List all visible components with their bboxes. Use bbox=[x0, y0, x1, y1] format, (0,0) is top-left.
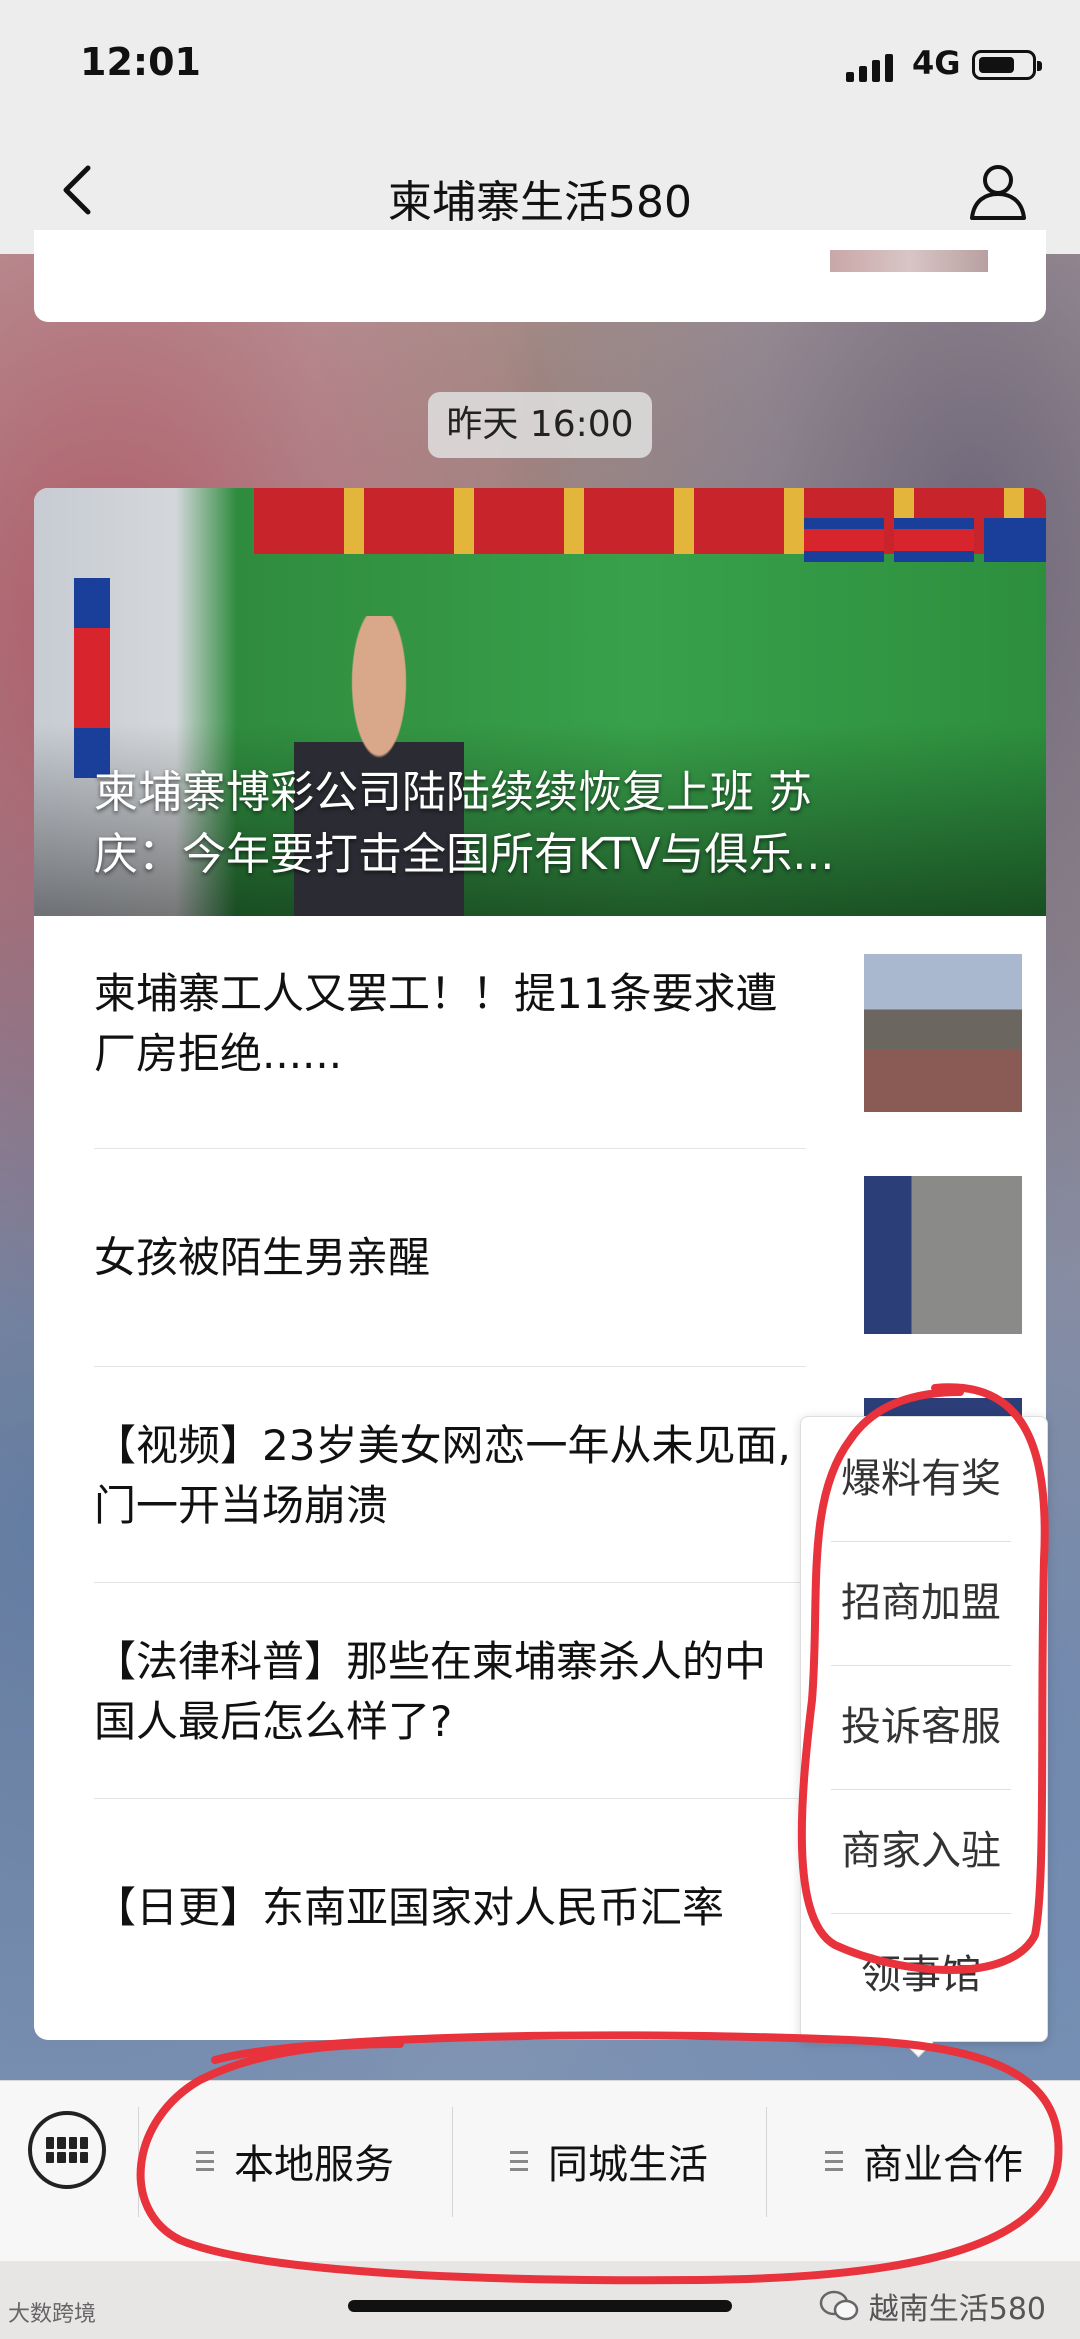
divider bbox=[94, 1366, 806, 1367]
divider bbox=[94, 1582, 806, 1583]
menu-button-label: 商业合作 bbox=[863, 2142, 1023, 2188]
popup-item[interactable]: 投诉客服 bbox=[831, 1665, 1011, 1790]
popup-item[interactable]: 爆料有奖 bbox=[831, 1417, 1011, 1542]
page-title: 柬埔寨生活580 bbox=[388, 177, 692, 228]
menu-button-label: 本地服务 bbox=[234, 2142, 394, 2188]
home-indicator[interactable] bbox=[348, 2300, 732, 2312]
divider bbox=[452, 2107, 453, 2217]
article-thumbnail bbox=[830, 250, 988, 272]
menu-button-business[interactable]: 商业合作 bbox=[768, 2081, 1080, 2241]
divider bbox=[94, 1798, 806, 1799]
flag-image bbox=[804, 518, 884, 562]
hero-title-line2: 庆：今年要打击全国所有KTV与俱乐... bbox=[94, 829, 835, 880]
submenu-popup: 爆料有奖 招商加盟 投诉客服 商家入驻 领事馆 bbox=[800, 1416, 1048, 2042]
battery-icon bbox=[972, 50, 1042, 80]
wechat-icon bbox=[819, 2290, 858, 2321]
popup-item[interactable]: 领事馆 bbox=[831, 1913, 1011, 2037]
message-timestamp: 昨天 16:00 bbox=[428, 392, 652, 458]
popup-item[interactable]: 商家入驻 bbox=[831, 1789, 1011, 1914]
menu-lines-icon bbox=[196, 2151, 214, 2171]
network-type: 4G bbox=[912, 44, 961, 82]
list-item[interactable]: 女孩被陌生男亲醒 bbox=[94, 1150, 1026, 1366]
flag-image bbox=[74, 578, 110, 778]
hero-title-line1: 柬埔寨博彩公司陆陆续续恢复上班 苏 bbox=[94, 767, 812, 818]
keyboard-icon[interactable] bbox=[28, 2111, 106, 2189]
divider bbox=[766, 2107, 767, 2217]
article-thumbnail bbox=[864, 954, 1022, 1112]
flag-image bbox=[984, 518, 1046, 562]
divider bbox=[138, 2107, 139, 2217]
menu-button-city-life[interactable]: 同城生活 bbox=[454, 2081, 764, 2241]
popup-item[interactable]: 招商加盟 bbox=[831, 1541, 1011, 1666]
article-title: 柬埔寨工人又罢工！！提11条要求遭厂房拒绝...... bbox=[94, 969, 778, 1078]
article-title: 【视频】23岁美女网恋一年从未见面, 门一开当场崩溃 bbox=[94, 1421, 791, 1530]
status-time: 12:01 bbox=[80, 40, 201, 84]
person-icon[interactable] bbox=[966, 158, 1030, 222]
hero-title: 柬埔寨博彩公司陆陆续续恢复上班 苏 庆：今年要打击全国所有KTV与俱乐... bbox=[94, 762, 1014, 886]
battery-level bbox=[979, 57, 1014, 73]
hero-article[interactable]: 柬埔寨博彩公司陆陆续续恢复上班 苏 庆：今年要打击全国所有KTV与俱乐... bbox=[34, 488, 1046, 916]
flag-image bbox=[894, 518, 974, 562]
menu-lines-icon bbox=[825, 2151, 843, 2171]
menu-button-local-services[interactable]: 本地服务 bbox=[140, 2081, 450, 2241]
watermark-left: 大数跨境 bbox=[8, 2302, 97, 2327]
watermark-text: 越南生活580 bbox=[868, 2292, 1046, 2327]
list-item[interactable]: 柬埔寨工人又罢工！！提11条要求遭厂房拒绝...... bbox=[94, 916, 1026, 1132]
status-bar: 12:01 4G bbox=[0, 0, 1080, 130]
signal-icon bbox=[846, 54, 893, 82]
menu-lines-icon bbox=[510, 2151, 528, 2171]
watermark: 越南生活580 bbox=[819, 2284, 1046, 2328]
article-title: 【法律科普】那些在柬埔寨杀人的中国人最后怎么样了? bbox=[94, 1637, 767, 1746]
article-title: 【日更】东南亚国家对人民币汇率 bbox=[94, 1883, 725, 1932]
article-title: 女孩被陌生男亲醒 bbox=[94, 1233, 431, 1282]
menu-button-label: 同城生活 bbox=[548, 2142, 708, 2188]
bottom-menu-bar: 本地服务 同城生活 商业合作 bbox=[0, 2080, 1080, 2261]
article-thumbnail bbox=[864, 1176, 1022, 1334]
previous-article-card[interactable] bbox=[34, 230, 1046, 322]
divider bbox=[94, 1148, 806, 1149]
